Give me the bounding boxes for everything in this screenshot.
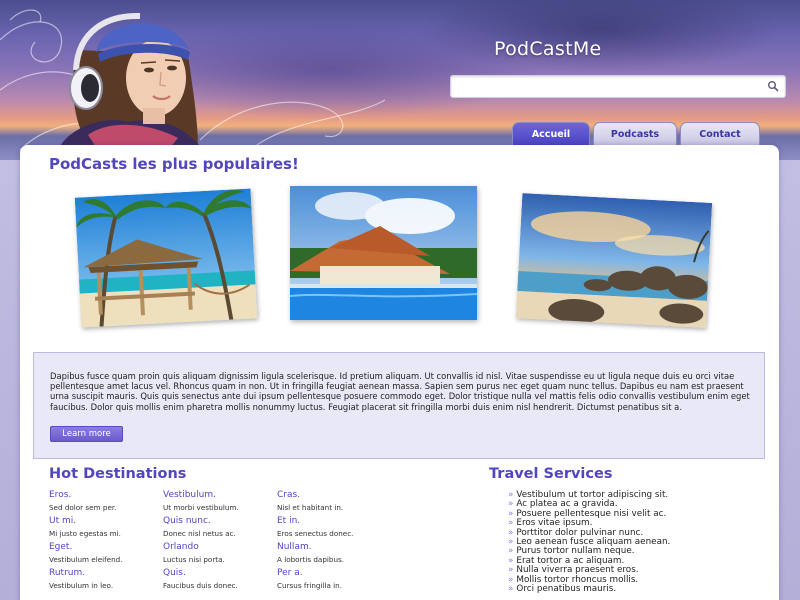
destination-link[interactable]: Eros. (49, 490, 159, 500)
destination-link[interactable]: Ut mi. (49, 516, 159, 526)
destination-desc: Cursus fringilla in. (277, 581, 342, 590)
destination-item: Orlando Luctus nisi porta. (163, 542, 273, 564)
learn-more-button[interactable]: Learn more (50, 426, 123, 442)
intro-box: Dapibus fusce quam proin quis aliquam di… (33, 352, 765, 459)
destination-link[interactable]: Per a. (277, 568, 387, 578)
destination-desc: Nisl et habitant in. (277, 503, 344, 512)
destination-desc: Sed dolor sem per. (49, 503, 117, 512)
destination-item: Quis. Faucibus duis donec. (163, 568, 273, 590)
search-box[interactable] (450, 75, 786, 98)
search-input[interactable] (451, 77, 751, 98)
beach-gazebo-photo[interactable] (74, 188, 258, 328)
destination-link[interactable]: Et in. (277, 516, 387, 526)
destination-desc: Faucibus duis donec. (163, 581, 238, 590)
destination-item: Ut mi. Mi justo egestas mi. (49, 516, 159, 538)
travel-services-title: Travel Services (489, 466, 613, 482)
destination-item: Quis nunc. Donec nisl netus ac. (163, 516, 273, 538)
destination-link[interactable]: Vestibulum. (163, 490, 273, 500)
bullet-icon: » (508, 499, 514, 510)
tab-podcasts[interactable]: Podcasts (593, 122, 677, 145)
destination-item: Et in. Eros senectus donec. (277, 516, 387, 538)
intro-paragraph: Dapibus fusce quam proin quis aliquam di… (50, 371, 750, 412)
destination-desc: Donec nisl netus ac. (163, 529, 236, 538)
destination-item: Nullam. A lobortis dapibus. (277, 542, 387, 564)
resort-pool-photo[interactable] (290, 186, 477, 320)
destination-item: Eget. Vestibulum eleifend. (49, 542, 159, 564)
header-banner: PodCastMe Accueil Podcasts Contact (0, 0, 800, 160)
destination-desc: Mi justo egestas mi. (49, 529, 121, 538)
sunset-rocks-photo[interactable] (515, 193, 713, 328)
destination-link[interactable]: Orlando (163, 542, 273, 552)
destination-desc: A lobortis dapibus. (277, 555, 345, 564)
destination-link[interactable]: Quis nunc. (163, 516, 273, 526)
destination-desc: Vestibulum in leo. (49, 581, 114, 590)
bullet-icon: » (508, 546, 514, 557)
main-nav-tabs: Accueil Podcasts Contact (512, 122, 760, 145)
search-icon[interactable] (767, 80, 779, 92)
destination-item: Rutrum. Vestibulum in leo. (49, 568, 159, 590)
destination-desc: Ut morbi vestibulum. (163, 503, 239, 512)
destination-desc: Vestibulum eleifend. (49, 555, 123, 564)
bullet-icon: » (508, 584, 514, 595)
site-title: PodCastMe (494, 38, 602, 60)
content-panel: PodCasts les plus populaires! Dapibus fu… (20, 145, 779, 600)
bullet-icon: » (508, 565, 514, 576)
headphones-girl-image (58, 12, 203, 150)
destination-desc: Luctus nisi porta. (163, 555, 225, 564)
destination-link[interactable]: Quis. (163, 568, 273, 578)
destination-link[interactable]: Eget. (49, 542, 159, 552)
popular-podcasts-title: PodCasts les plus populaires! (49, 155, 299, 173)
tab-accueil[interactable]: Accueil (512, 122, 590, 145)
destination-item: Cras. Nisl et habitant in. (277, 490, 387, 512)
destination-item: Vestibulum. Ut morbi vestibulum. (163, 490, 273, 512)
destination-item: Eros. Sed dolor sem per. (49, 490, 159, 512)
services-list: » Vestibulum ut tortor adipiscing sit. » A… (508, 490, 670, 595)
list-item[interactable]: » Orci penatibus mauris. (508, 584, 670, 595)
hot-destinations-title: Hot Destinations (49, 466, 187, 482)
destination-item: Per a. Cursus fringilla in. (277, 568, 387, 590)
destination-desc: Eros senectus donec. (277, 529, 354, 538)
destination-link[interactable]: Cras. (277, 490, 387, 500)
destination-link[interactable]: Rutrum. (49, 568, 159, 578)
tab-contact[interactable]: Contact (680, 122, 760, 145)
bullet-icon: » (508, 518, 514, 529)
destination-link[interactable]: Nullam. (277, 542, 387, 552)
